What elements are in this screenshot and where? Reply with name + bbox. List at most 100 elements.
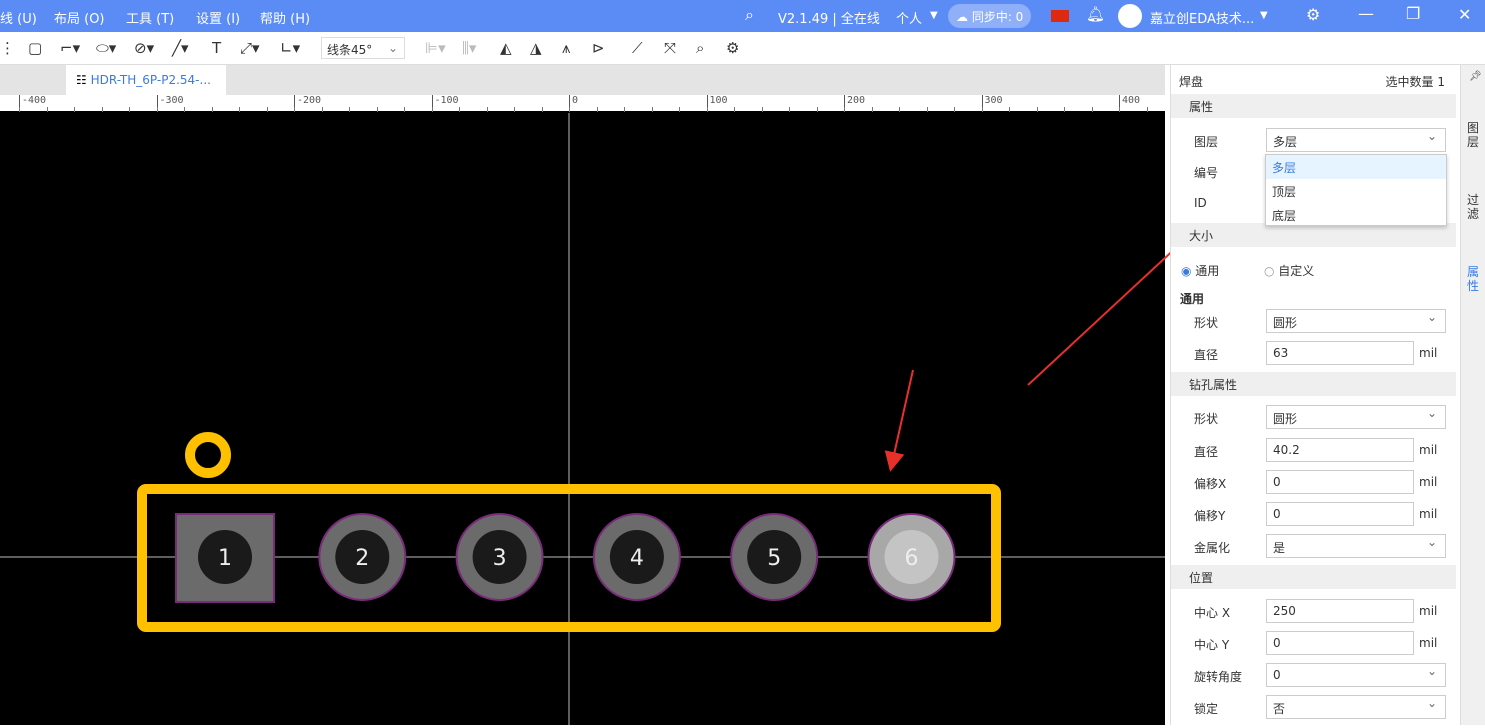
bell-icon[interactable]: 🔔︎ bbox=[1086, 5, 1105, 23]
offset-y-input[interactable]: 0 bbox=[1266, 502, 1414, 526]
ruler-tick bbox=[266, 107, 268, 112]
section-position[interactable]: 位置 bbox=[1171, 565, 1456, 589]
center-y-label: 中心 Y bbox=[1194, 638, 1230, 652]
lock-select[interactable]: 否 bbox=[1266, 695, 1446, 719]
layer-label: 图层 bbox=[1194, 135, 1219, 149]
ruler-tick bbox=[954, 107, 955, 112]
user-name[interactable]: 嘉立创EDA技术... bbox=[1150, 8, 1254, 27]
sync-button[interactable]: ☁ 同步中: 0 bbox=[948, 4, 1032, 28]
line-mode-select[interactable]: 线条45° ⌄ bbox=[321, 37, 405, 59]
line-tool-icon[interactable]: ╱▾ bbox=[172, 39, 189, 57]
shape-value: 圆形 bbox=[1273, 316, 1298, 330]
canvas-drawing: 1 2 3 4 5 6 bbox=[0, 113, 1165, 725]
tab-document[interactable]: ☷ HDR-TH_6P-P2.54-... bbox=[66, 65, 226, 95]
ruler-tick bbox=[1146, 107, 1148, 112]
unit-label: mil bbox=[1419, 636, 1438, 650]
chevron-down-icon[interactable]: ▼ bbox=[930, 10, 938, 21]
tab-properties[interactable]: 属性 bbox=[1467, 265, 1481, 293]
ruler-tick bbox=[926, 107, 928, 112]
search-icon[interactable]: ⌕ bbox=[745, 5, 754, 25]
drill-shape-select[interactable]: 圆形 bbox=[1266, 405, 1446, 429]
ruler-icon[interactable]: ⟋ bbox=[632, 39, 643, 57]
section-title: 位置 bbox=[1189, 571, 1214, 585]
center-x-value: 250 bbox=[1273, 604, 1296, 618]
ruler-tick-label: 200 bbox=[844, 95, 865, 111]
minimize-icon[interactable]: — bbox=[1358, 4, 1374, 23]
pad-number: 1 bbox=[218, 546, 232, 571]
diameter-label: 直径 bbox=[1194, 348, 1219, 362]
ruler-tick bbox=[816, 107, 818, 112]
ruler-tick bbox=[349, 107, 350, 112]
offset-x-label: 偏移X bbox=[1194, 477, 1227, 491]
title-bar: 线 (U) 布局 (O) 工具 (T) 设置 (I) 帮助 (H) ⌕ V2.1… bbox=[0, 0, 1485, 32]
no-entry-tool-icon[interactable]: ⊘▾ bbox=[134, 39, 154, 57]
flip-vertical-icon[interactable]: ⊳ bbox=[592, 39, 605, 57]
tab-layers[interactable]: 图层 bbox=[1467, 121, 1481, 149]
menu-route[interactable]: 线 (U) bbox=[0, 8, 37, 27]
flip-horizontal-icon[interactable]: ⩚ bbox=[562, 39, 570, 57]
ellipse-tool-icon[interactable]: ⬭▾ bbox=[96, 39, 116, 57]
menu-layout[interactable]: 布局 (O) bbox=[54, 8, 105, 27]
drill-diameter-input[interactable]: 40.2 bbox=[1266, 438, 1414, 462]
distribute-icon[interactable]: ⫼▾ bbox=[462, 39, 476, 57]
section-title: 大小 bbox=[1189, 229, 1214, 243]
general-heading: 通用 bbox=[1180, 292, 1205, 306]
close-icon[interactable]: ✕ bbox=[1458, 5, 1471, 24]
unit-label: mil bbox=[1419, 346, 1438, 360]
dimension-tool-icon[interactable]: ⤢▾ bbox=[240, 39, 260, 57]
polygon-tool-icon[interactable]: ⌐▾ bbox=[60, 39, 80, 57]
layer-option-bottom[interactable]: 底层 bbox=[1266, 203, 1446, 227]
center-y-input[interactable]: 0 bbox=[1266, 631, 1414, 655]
settings-icon[interactable]: ⚙ bbox=[726, 39, 739, 57]
layer-option-multi[interactable]: 多层 bbox=[1266, 155, 1446, 179]
radio-general[interactable]: ◉ 通用 bbox=[1181, 262, 1219, 279]
account-type[interactable]: 个人 bbox=[896, 8, 922, 27]
menu-tools[interactable]: 工具 (T) bbox=[126, 8, 174, 27]
text-tool-icon[interactable]: T bbox=[212, 39, 221, 57]
ruler-tick bbox=[1064, 107, 1065, 112]
connect-icon[interactable]: ⤧ bbox=[664, 39, 676, 57]
flag-icon[interactable] bbox=[1051, 10, 1069, 22]
rotation-input[interactable]: 0 bbox=[1266, 663, 1446, 687]
rotate-right-icon[interactable]: ◮ bbox=[530, 39, 542, 57]
ruler-tick bbox=[321, 107, 323, 112]
offset-x-input[interactable]: 0 bbox=[1266, 470, 1414, 494]
grip-icon: ⋮ bbox=[0, 39, 15, 57]
align-icon[interactable]: ⊫▾ bbox=[425, 39, 446, 57]
pad-tool-icon[interactable]: ▢ bbox=[28, 39, 42, 57]
menu-help[interactable]: 帮助 (H) bbox=[260, 8, 310, 27]
pcb-canvas[interactable]: 1 2 3 4 5 6 bbox=[0, 113, 1165, 725]
rotate-left-icon[interactable]: ◭ bbox=[500, 39, 512, 57]
angle-tool-icon[interactable]: ∟▾ bbox=[280, 39, 300, 57]
ruler-tick-label: -100 bbox=[431, 95, 459, 111]
plated-select[interactable]: 是 bbox=[1266, 534, 1446, 558]
drill-shape-label: 形状 bbox=[1194, 412, 1219, 426]
center-y-value: 0 bbox=[1273, 636, 1281, 650]
pin-icon[interactable]: 📌︎ bbox=[1469, 71, 1482, 82]
restore-icon[interactable]: ❐ bbox=[1406, 4, 1420, 23]
ruler-tick bbox=[184, 107, 185, 112]
chevron-down-icon[interactable]: ▼ bbox=[1260, 10, 1268, 21]
inspect-icon[interactable]: ⌕ bbox=[696, 39, 704, 57]
ruler-tick bbox=[19, 107, 20, 112]
section-drill[interactable]: 钻孔属性 bbox=[1171, 372, 1456, 396]
horizontal-ruler: -400 -300 -200 -100 0 100 200 300 400 bbox=[0, 95, 1165, 113]
offset-y-label: 偏移Y bbox=[1194, 509, 1226, 523]
section-title: 属性 bbox=[1189, 100, 1214, 114]
radio-custom[interactable]: ○ 自定义 bbox=[1264, 262, 1314, 279]
menu-settings[interactable]: 设置 (I) bbox=[196, 8, 240, 27]
avatar[interactable] bbox=[1118, 4, 1142, 28]
center-x-input[interactable]: 250 bbox=[1266, 599, 1414, 623]
diameter-value: 63 bbox=[1273, 346, 1289, 360]
tab-filter[interactable]: 过滤 bbox=[1467, 193, 1481, 221]
ruler-tick-label: 100 bbox=[706, 95, 728, 111]
layer-option-top[interactable]: 顶层 bbox=[1266, 179, 1446, 203]
ruler-tick-label: 0 bbox=[569, 95, 578, 111]
shape-select[interactable]: 圆形 bbox=[1266, 309, 1446, 333]
gear-icon[interactable]: ⚙ bbox=[1306, 5, 1320, 24]
ruler-tick bbox=[706, 107, 708, 112]
layer-select[interactable]: 多层 bbox=[1266, 128, 1446, 152]
diameter-input[interactable]: 63 bbox=[1266, 341, 1414, 365]
rotation-value: 0 bbox=[1273, 668, 1281, 682]
section-attributes[interactable]: 属性 bbox=[1171, 94, 1456, 118]
